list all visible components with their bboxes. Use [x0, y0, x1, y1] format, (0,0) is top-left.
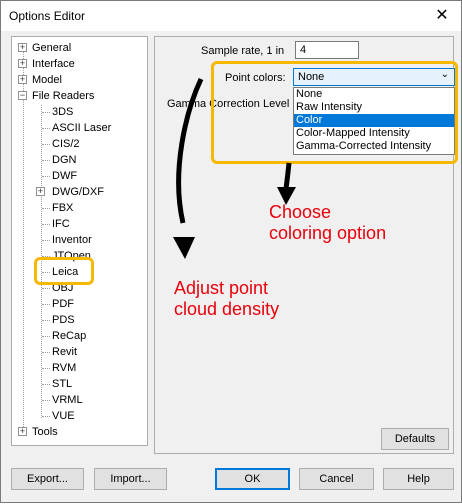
- ok-button[interactable]: OK: [215, 468, 290, 490]
- tree-item-label: RVM: [52, 362, 77, 374]
- tree-item-stl[interactable]: STL: [52, 376, 72, 392]
- tree-item-label: Revit: [52, 346, 78, 358]
- sample-rate-label: Sample rate, 1 in: [201, 45, 285, 57]
- tree-line: [42, 128, 50, 129]
- tree-item-label: Model: [32, 74, 62, 86]
- tree-line: [42, 400, 50, 401]
- tree-item-pds[interactable]: PDS: [52, 312, 75, 328]
- tree-item-label: 3DS: [52, 106, 74, 118]
- collapse-icon[interactable]: −: [18, 91, 27, 100]
- tree-item-revit[interactable]: Revit: [52, 344, 77, 360]
- leica-highlight: [34, 257, 94, 285]
- tree-line: [42, 352, 50, 353]
- tree-item-label: ASCII Laser: [52, 122, 112, 134]
- tree-item-rvm[interactable]: RVM: [52, 360, 76, 376]
- tree-item-label: FBX: [52, 202, 74, 214]
- expand-icon[interactable]: +: [18, 43, 27, 52]
- expand-icon[interactable]: +: [18, 59, 27, 68]
- choose-annotation: Choose coloring option: [269, 202, 386, 244]
- tree-item-label: IFC: [52, 218, 70, 230]
- choose-line-2: coloring option: [269, 223, 387, 243]
- window-title: Options Editor: [9, 9, 86, 23]
- tree-item-label: DWF: [52, 170, 78, 182]
- tree-item-label: Tools: [32, 426, 58, 438]
- options-editor-window: Options Editor ✕ + General + Interface +…: [0, 0, 462, 503]
- tree-item-label: Inventor: [52, 234, 92, 246]
- tree-line: [42, 304, 50, 305]
- tree-item-label: STL: [52, 378, 73, 390]
- expand-icon[interactable]: +: [36, 187, 45, 196]
- tree-item-3ds[interactable]: 3DS: [52, 104, 73, 120]
- adjust-line-2: cloud density: [174, 299, 280, 319]
- tree-line: [42, 368, 50, 369]
- title-bar: Options Editor ✕: [1, 1, 461, 31]
- tree-item-vrml[interactable]: VRML: [52, 392, 83, 408]
- sample-rate-input[interactable]: [295, 41, 359, 59]
- tree-item-ascii-laser[interactable]: ASCII Laser: [52, 120, 111, 136]
- tree-line: [42, 144, 50, 145]
- close-icon[interactable]: ✕: [429, 4, 455, 28]
- tree-item-label: VUE: [52, 410, 75, 422]
- tree-line: [42, 288, 50, 289]
- tree-line: [42, 384, 50, 385]
- tree-item-label: DGN: [52, 154, 77, 166]
- expand-icon[interactable]: +: [18, 427, 27, 436]
- expand-icon[interactable]: +: [18, 75, 27, 84]
- tree-item-label: ReCap: [52, 330, 87, 342]
- tree-item-inventor[interactable]: Inventor: [52, 232, 92, 248]
- tree-item-label: DWG/DXF: [52, 186, 104, 198]
- tree-item-label: PDF: [52, 298, 74, 310]
- help-button[interactable]: Help: [383, 468, 454, 490]
- tree-line: [42, 208, 50, 209]
- tree-item-ifc[interactable]: IFC: [52, 216, 70, 232]
- tree-item-pdf[interactable]: PDF: [52, 296, 74, 312]
- tree-item-recap[interactable]: ReCap: [52, 328, 86, 344]
- tree-line: [42, 224, 50, 225]
- tree-item-label: Interface: [32, 58, 75, 70]
- tree-item-label: General: [32, 42, 72, 54]
- tree-item-label: VRML: [52, 394, 83, 406]
- tree-line: [42, 320, 50, 321]
- tree-item-dgn[interactable]: DGN: [52, 152, 76, 168]
- cancel-button[interactable]: Cancel: [299, 468, 374, 490]
- tree-line: [42, 160, 50, 161]
- tree-item-fbx[interactable]: FBX: [52, 200, 73, 216]
- import-button[interactable]: Import...: [94, 468, 167, 490]
- tree-item-label: PDS: [52, 314, 75, 326]
- tree-line: [23, 49, 24, 433]
- tree-line: [42, 112, 50, 113]
- tree-item-vue[interactable]: VUE: [52, 408, 75, 424]
- tree-item-label: CIS/2: [52, 138, 80, 150]
- tree-item-cis2[interactable]: CIS/2: [52, 136, 80, 152]
- options-tree[interactable]: + General + Interface + Model − File Rea…: [11, 36, 148, 446]
- adjust-line-1: Adjust point: [174, 278, 269, 298]
- tree-line: [42, 240, 50, 241]
- defaults-button[interactable]: Defaults: [381, 428, 449, 450]
- tree-line: [42, 176, 50, 177]
- tree-item-label: File Readers: [32, 90, 95, 102]
- adjust-annotation: Adjust point cloud density: [174, 278, 279, 320]
- choose-line-1: Choose: [269, 202, 332, 222]
- tree-line: [42, 416, 50, 417]
- tree-line: [42, 336, 50, 337]
- export-button[interactable]: Export...: [11, 468, 84, 490]
- point-colors-highlight: [211, 61, 458, 164]
- tree-item-dwf[interactable]: DWF: [52, 168, 77, 184]
